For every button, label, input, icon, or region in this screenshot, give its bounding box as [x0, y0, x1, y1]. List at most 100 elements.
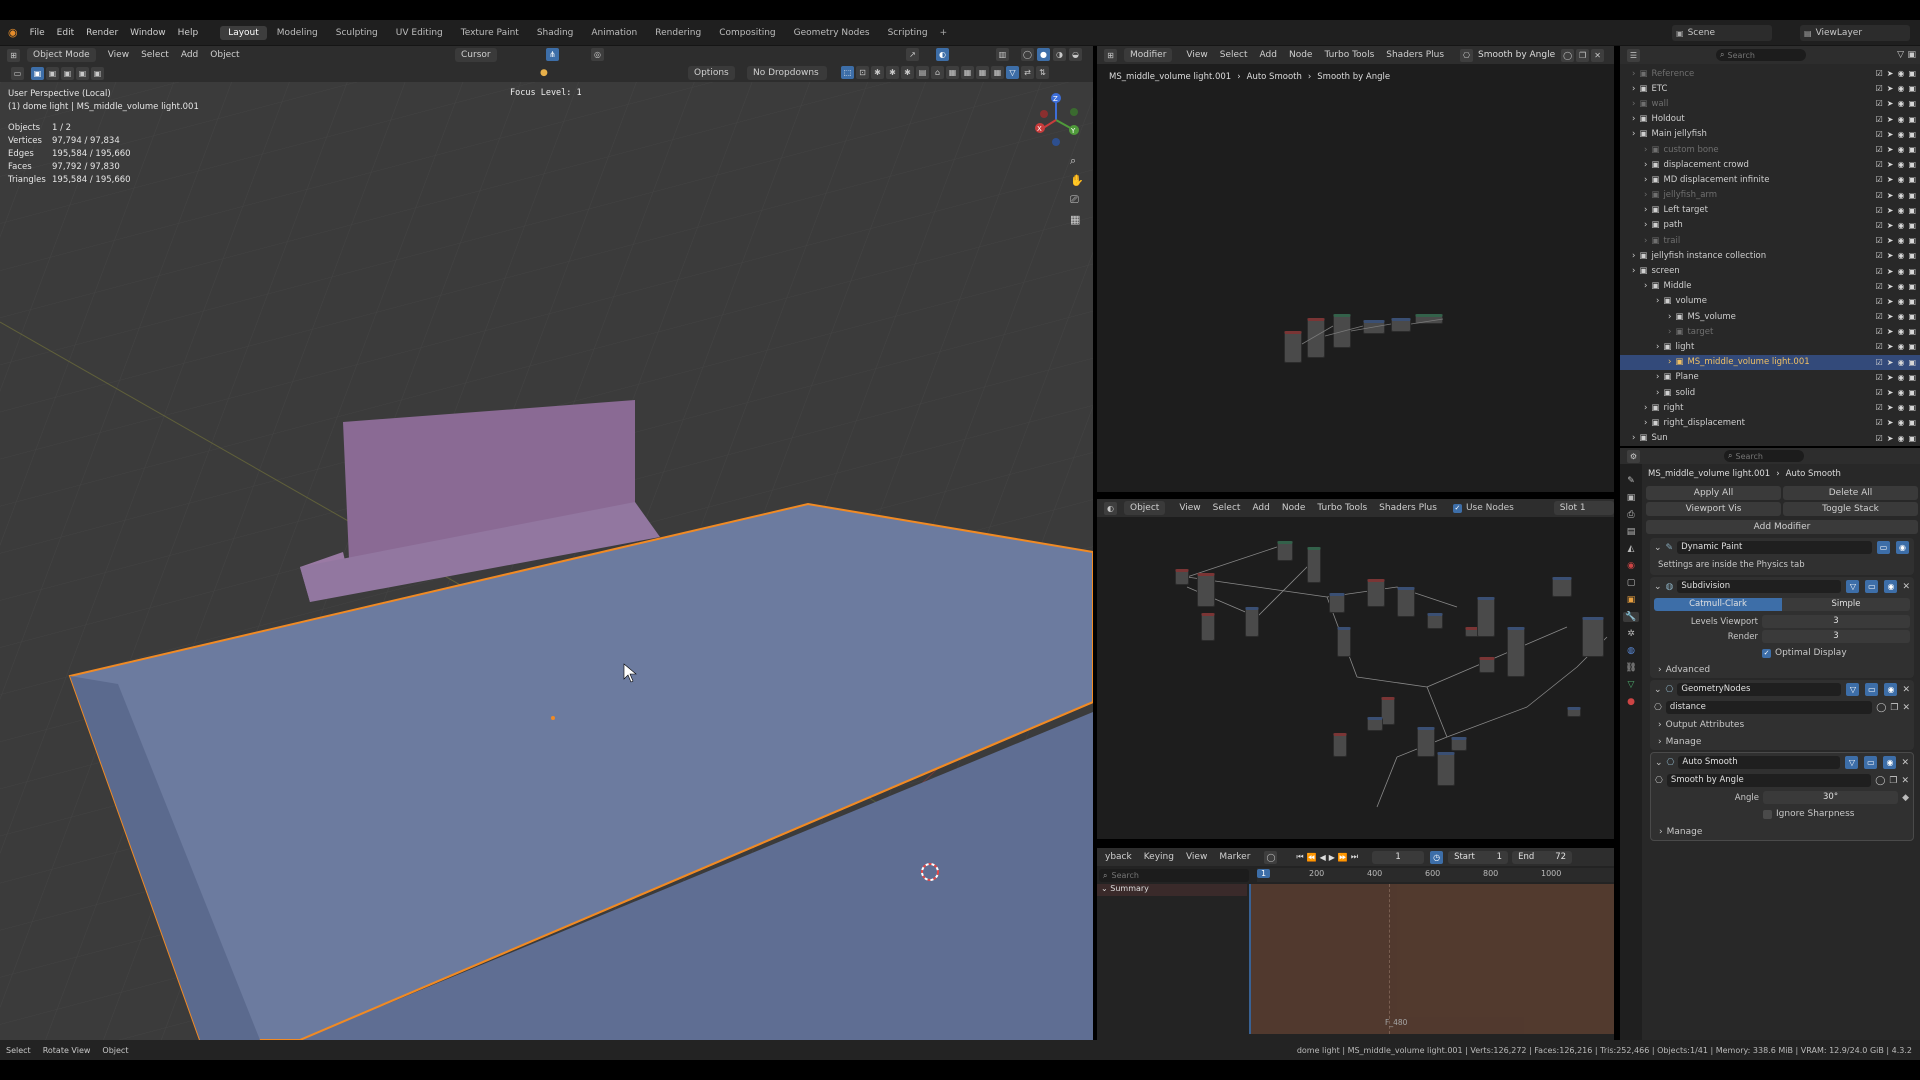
constraints-tab-icon[interactable]: ⛓	[1625, 663, 1636, 673]
dope-sheet-area[interactable]: F_480	[1249, 884, 1614, 1034]
eye-icon[interactable]: ◉	[1897, 403, 1904, 412]
viewport-toggle-icon[interactable]: ▭	[1877, 541, 1890, 554]
outliner-item-solid[interactable]: › ▣ solid ☑ ➤ ◉ ▣	[1620, 385, 1920, 400]
manage-panel[interactable]: › Manage	[1654, 737, 1910, 747]
checkbox-icon[interactable]: ☑	[1876, 373, 1883, 382]
tab-scripting[interactable]: Scripting	[880, 26, 936, 40]
checkbox-icon[interactable]: ☑	[1876, 358, 1883, 367]
eye-icon[interactable]: ◉	[1897, 191, 1904, 200]
breadcrumb-item[interactable]: MS_middle_volume light.001	[1109, 72, 1231, 82]
camera-icon[interactable]: ▣	[1908, 373, 1916, 382]
timeline-editor[interactable]: yback Keying View Marker ◯ ⏮ ⏪ ◀ ▶ ⏩ ⏭ 1 ◷ …	[1097, 848, 1614, 1040]
record-icon[interactable]: ◯	[1264, 850, 1278, 864]
shader-editor-type-icon[interactable]: ◐	[1104, 501, 1117, 515]
outliner-item-screen[interactable]: › ▣ screen ☑ ➤ ◉ ▣	[1620, 263, 1920, 278]
camera-icon[interactable]: ▣	[1908, 267, 1916, 276]
expand-icon[interactable]: ›	[1656, 342, 1659, 352]
channel-summary[interactable]: ⌄ Summary	[1097, 884, 1247, 896]
node[interactable]	[1582, 617, 1604, 657]
eye-icon[interactable]: ◉	[1897, 221, 1904, 230]
tool-icon-j[interactable]: ▦	[976, 66, 989, 79]
tool-icon-b[interactable]: ⊡	[856, 66, 869, 79]
expand-icon[interactable]: ›	[1656, 372, 1659, 382]
outliner-item-right-displacement[interactable]: › ▣ right_displacement ☑ ➤ ◉ ▣	[1620, 415, 1920, 430]
select-arrow-icon[interactable]: ➤	[1887, 221, 1894, 230]
tool-icon-d[interactable]: ✱	[886, 66, 899, 79]
checkbox-icon[interactable]: ☑	[1876, 388, 1883, 397]
overlay-toggle-icon[interactable]: ◐	[936, 48, 949, 61]
node-menu-shaders-plus[interactable]: Shaders Plus	[1373, 503, 1443, 513]
add-workspace-button[interactable]: +	[940, 28, 948, 38]
duplicate-icon[interactable]: ❐	[1890, 703, 1898, 713]
node[interactable]	[1477, 597, 1495, 637]
select-arrow-icon[interactable]: ➤	[1887, 373, 1894, 382]
marker-label[interactable]: F_480	[1385, 1018, 1407, 1027]
zoom-icon[interactable]: ⌕	[1070, 154, 1084, 168]
select-arrow-icon[interactable]: ➤	[1887, 312, 1894, 321]
material-tab-icon[interactable]: ●	[1627, 697, 1635, 707]
node-menu-turbo-tools[interactable]: Turbo Tools	[1311, 503, 1373, 513]
play-reverse-icon[interactable]: ◀	[1320, 853, 1326, 862]
camera-icon[interactable]: ▣	[1908, 69, 1916, 78]
outliner-item-target[interactable]: › ▣ target ☑ ➤ ◉ ▣	[1620, 324, 1920, 339]
expand-icon[interactable]: ›	[1644, 160, 1647, 170]
node[interactable]	[1437, 752, 1455, 786]
expand-icon[interactable]: ›	[1632, 129, 1635, 139]
expand-icon[interactable]: ›	[1644, 220, 1647, 230]
eye-icon[interactable]: ◉	[1897, 267, 1904, 276]
select-arrow-icon[interactable]: ➤	[1887, 251, 1894, 260]
camera-icon[interactable]: ▣	[1908, 160, 1916, 169]
outliner-item-reference[interactable]: › ▣ Reference ☑ ➤ ◉ ▣	[1620, 66, 1920, 81]
outliner-item-path[interactable]: › ▣ path ☑ ➤ ◉ ▣	[1620, 218, 1920, 233]
current-frame-field[interactable]: 1	[1372, 850, 1425, 864]
select-arrow-icon[interactable]: ➤	[1887, 175, 1894, 184]
shading-solid-icon[interactable]: ●	[1037, 48, 1050, 61]
editmode-toggle-icon[interactable]: ▽	[1845, 756, 1859, 769]
checkbox-icon[interactable]: ☑	[1876, 175, 1883, 184]
node-menu-add[interactable]: Add	[1246, 503, 1275, 513]
select-arrow-icon[interactable]: ➤	[1887, 297, 1894, 306]
eye-icon[interactable]: ◉	[1897, 160, 1904, 169]
select-tool-icon[interactable]: ▭	[11, 66, 24, 80]
editor-type-icon[interactable]: ⊞	[7, 48, 20, 62]
duplicate-icon[interactable]: ❐	[1889, 776, 1897, 786]
outliner-item-plane[interactable]: › ▣ Plane ☑ ➤ ◉ ▣	[1620, 370, 1920, 385]
editmode-toggle-icon[interactable]: ▽	[1846, 580, 1860, 593]
tool-icon-m[interactable]: ⇅	[1036, 66, 1049, 79]
tool-icon-a[interactable]: ⬚	[841, 66, 854, 79]
node-tree-icon[interactable]: ⎔	[1655, 776, 1663, 786]
tool-icon-c[interactable]: ✱	[871, 66, 884, 79]
unlink-icon[interactable]: ✕	[1902, 703, 1910, 713]
collapse-icon[interactable]: ⌄	[1654, 582, 1662, 592]
node-tree-icon[interactable]: ⎔	[1654, 703, 1662, 713]
expand-icon[interactable]: ›	[1632, 266, 1635, 276]
outliner-item-ms-middle-volume-light-001[interactable]: › ▣ MS_middle_volume light.001 ☑ ➤ ◉ ▣	[1620, 354, 1920, 370]
node[interactable]	[1333, 733, 1347, 757]
select-arrow-icon[interactable]: ➤	[1887, 267, 1894, 276]
modifier-name-field[interactable]: Subdivision	[1677, 580, 1842, 593]
tab-rendering[interactable]: Rendering	[647, 26, 709, 40]
select-intersect-icon[interactable]: ▣	[91, 66, 104, 80]
select-arrow-icon[interactable]: ➤	[1887, 206, 1894, 215]
physics-tab-icon[interactable]: ◍	[1627, 646, 1635, 656]
camera-icon[interactable]: ▣	[1908, 282, 1916, 291]
tab-layout[interactable]: Layout	[220, 25, 267, 40]
viewport-toggle-icon[interactable]: ▭	[1864, 756, 1878, 769]
node[interactable]	[1427, 613, 1443, 629]
node[interactable]	[1201, 613, 1215, 641]
node[interactable]	[1381, 697, 1395, 725]
delete-modifier-icon[interactable]: ✕	[1901, 758, 1909, 768]
node[interactable]	[1417, 727, 1435, 757]
scene-render[interactable]	[0, 82, 1093, 1040]
camera-icon[interactable]: ▣	[1908, 342, 1916, 351]
node-menu-add[interactable]: Add	[1254, 50, 1283, 60]
node-menu-view[interactable]: View	[1173, 503, 1206, 513]
breadcrumb-item[interactable]: MS_middle_volume light.001	[1648, 469, 1770, 479]
levels-viewport-field[interactable]: 3	[1762, 615, 1910, 628]
modifier-tab-icon[interactable]: 🔧	[1623, 612, 1639, 622]
checkbox-icon[interactable]: ☑	[1876, 282, 1883, 291]
expand-icon[interactable]: ›	[1644, 190, 1647, 200]
render-toggle-icon[interactable]: ◉	[1884, 580, 1898, 593]
expand-icon[interactable]: ›	[1632, 433, 1635, 443]
delete-all-button[interactable]: Delete All	[1783, 486, 1918, 500]
